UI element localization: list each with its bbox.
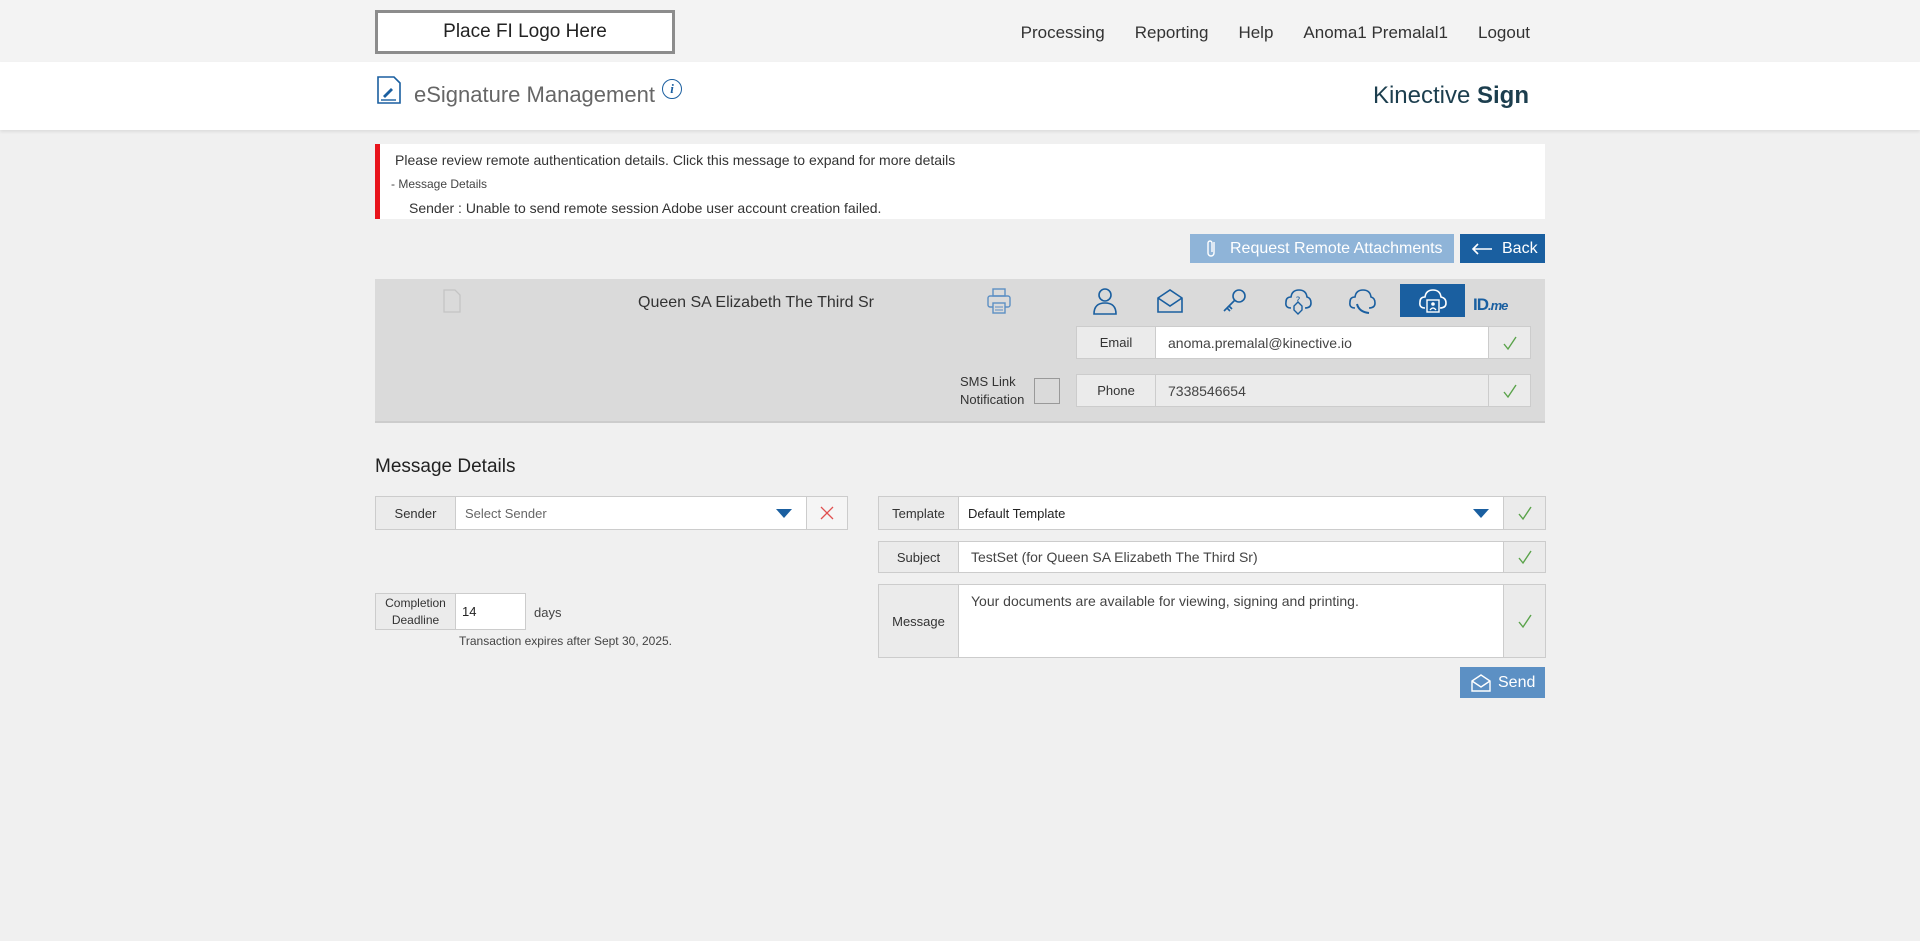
deadline-label-line1: Completion: [385, 595, 446, 610]
alert-detail-line: Sender : Unable to send remote session A…: [409, 200, 882, 216]
top-bar: Place FI Logo Here Processing Reporting …: [0, 0, 1920, 62]
page-title: eSignature Management: [414, 82, 655, 107]
svg-text:?: ?: [1296, 296, 1301, 306]
message-row: Message Your documents are available for…: [878, 584, 1546, 658]
arrow-left-icon: [1471, 242, 1492, 255]
chevron-down-icon: [1473, 508, 1489, 518]
nav-help[interactable]: Help: [1238, 23, 1273, 43]
nav-user-name[interactable]: Anoma1 Premalal1: [1303, 23, 1448, 43]
logo-text: Place FI Logo Here: [443, 21, 607, 42]
esignature-document-icon: [377, 76, 401, 104]
sender-placeholder: Select Sender: [465, 505, 547, 521]
idme-main: ID: [1473, 295, 1489, 314]
recipient-panel: Queen SA Elizabeth The Third Sr ? ID.me: [375, 279, 1545, 423]
top-nav: Processing Reporting Help Anoma1 Premala…: [991, 0, 1530, 66]
alert-details-toggle[interactable]: - Message Details: [391, 177, 487, 191]
shield-question-icon[interactable]: ?: [1283, 286, 1313, 316]
completion-deadline-label: Completion Deadline: [375, 593, 456, 630]
send-envelope-icon: [1471, 673, 1491, 692]
sender-select[interactable]: Select Sender: [456, 496, 807, 530]
phone-check-icon: [1489, 374, 1531, 407]
sms-label-line2: Notification: [960, 392, 1025, 407]
subject-check-icon: [1504, 541, 1546, 573]
expiration-note: Transaction expires after Sept 30, 2025.: [459, 634, 673, 648]
brand-logo: Kinective Sign: [1373, 82, 1529, 110]
sms-notification-checkbox[interactable]: [1034, 378, 1060, 404]
template-row: Template Default Template: [878, 496, 1546, 530]
clear-sender-button[interactable]: [807, 496, 848, 530]
close-icon: [820, 506, 834, 520]
idme-suffix: .me: [1488, 298, 1508, 313]
error-alert[interactable]: Please review remote authentication deta…: [375, 144, 1545, 219]
chevron-down-icon: [776, 508, 792, 518]
remote-session-tab-active[interactable]: [1400, 284, 1465, 317]
completion-deadline-input[interactable]: 14: [456, 593, 526, 630]
printer-icon[interactable]: [985, 287, 1013, 315]
email-row: Email anoma.premalal@kinective.io: [1076, 326, 1531, 359]
page-header: eSignature Management i Kinective Sign: [0, 62, 1920, 130]
back-label: Back: [1502, 239, 1538, 257]
sms-notification-label: SMS Link Notification: [960, 373, 1024, 409]
fi-logo-placeholder: Place FI Logo Here: [375, 10, 675, 54]
sender-row: Sender Select Sender: [375, 496, 848, 530]
message-details-title: Message Details: [375, 456, 516, 477]
completion-deadline-row: Completion Deadline 14: [375, 593, 526, 630]
message-check-icon: [1504, 584, 1546, 658]
send-label: Send: [1498, 673, 1536, 691]
attach-label: Request Remote Attachments: [1230, 239, 1443, 257]
info-icon[interactable]: i: [662, 79, 682, 99]
phone-icon[interactable]: [1347, 286, 1377, 316]
subject-row: Subject TestSet (for Queen SA Elizabeth …: [878, 541, 1546, 573]
envelope-icon[interactable]: [1155, 286, 1185, 316]
brand-light: Kinective: [1372, 82, 1477, 109]
nav-processing[interactable]: Processing: [1021, 23, 1105, 43]
email-field[interactable]: anoma.premalal@kinective.io: [1156, 326, 1489, 359]
email-check-icon: [1489, 326, 1531, 359]
message-textarea[interactable]: Your documents are available for viewing…: [959, 584, 1504, 658]
remote-session-icon: [1419, 289, 1447, 313]
deadline-label-line2: Deadline: [391, 612, 440, 627]
template-select[interactable]: Default Template: [959, 496, 1504, 530]
brand-bold: Sign: [1477, 82, 1529, 109]
nav-logout[interactable]: Logout: [1478, 23, 1530, 43]
request-remote-attachments-button[interactable]: Request Remote Attachments: [1190, 234, 1454, 263]
phone-row: Phone 7338546654: [1076, 374, 1531, 407]
back-button[interactable]: Back: [1460, 234, 1545, 263]
phone-label: Phone: [1076, 374, 1156, 407]
recipient-name: Queen SA Elizabeth The Third Sr: [638, 294, 874, 311]
sms-label-line1: SMS Link: [960, 374, 1016, 389]
nav-reporting[interactable]: Reporting: [1135, 23, 1209, 43]
subject-input[interactable]: TestSet (for Queen SA Elizabeth The Thir…: [959, 541, 1504, 573]
person-icon[interactable]: [1090, 286, 1120, 316]
template-value: Default Template: [968, 505, 1066, 521]
message-label: Message: [878, 584, 959, 658]
send-button[interactable]: Send: [1460, 667, 1545, 698]
sender-label: Sender: [375, 496, 456, 530]
subject-label: Subject: [878, 541, 959, 573]
idme-logo[interactable]: ID.me: [1473, 295, 1508, 315]
alert-message: Please review remote authentication deta…: [395, 152, 956, 168]
document-icon: [443, 289, 461, 313]
phone-field[interactable]: 7338546654: [1156, 374, 1489, 407]
info-glyph: i: [670, 81, 674, 96]
paperclip-icon: [1207, 239, 1215, 257]
days-label: days: [534, 605, 562, 620]
email-label: Email: [1076, 326, 1156, 359]
template-check-icon: [1504, 496, 1546, 530]
template-label: Template: [878, 496, 959, 530]
key-icon[interactable]: [1220, 286, 1250, 316]
